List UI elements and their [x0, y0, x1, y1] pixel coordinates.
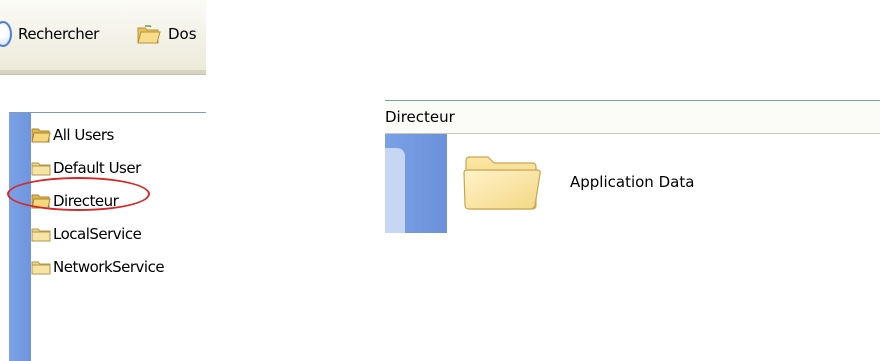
folders-button[interactable]: Dos	[136, 22, 206, 46]
tree-item-label: NetworkService	[53, 257, 165, 276]
task-pane-panel	[385, 148, 405, 233]
folder-tree: All Users Default User Directeur LocalSe…	[31, 118, 165, 283]
address-bar: Directeur	[385, 101, 880, 134]
folder-icon	[31, 160, 51, 176]
tree-item-label: LocalService	[53, 224, 142, 243]
folder-title: Directeur	[385, 108, 455, 126]
folder-icon	[31, 259, 51, 275]
search-button[interactable]: Rechercher	[0, 21, 128, 47]
tree-item-default-user[interactable]: Default User	[31, 151, 164, 184]
tree-item-label: All Users	[53, 125, 114, 144]
tree-item-label: Default User	[53, 158, 141, 177]
tree-item-all-users[interactable]: All Users	[31, 118, 164, 151]
folders-button-label: Dos	[168, 25, 197, 43]
tree-border	[9, 112, 206, 113]
toolbar-divider	[0, 70, 206, 75]
tree-item-label: Directeur	[53, 191, 119, 210]
tree-item-localservice[interactable]: LocalService	[31, 217, 164, 250]
open-folder-icon	[31, 127, 51, 143]
folders-icon	[136, 22, 162, 46]
folder-item-label: Application Data	[570, 173, 695, 191]
search-button-label: Rechercher	[18, 25, 99, 43]
open-folder-icon	[31, 193, 51, 209]
tree-gutter	[9, 113, 31, 361]
search-icon	[0, 21, 12, 47]
folder-icon	[31, 226, 51, 242]
folder-item-application-data[interactable]: Application Data	[462, 150, 694, 214]
folder-icon	[462, 153, 544, 211]
tree-item-directeur[interactable]: Directeur	[31, 184, 164, 217]
tree-item-networkservice[interactable]: NetworkService	[31, 250, 165, 283]
